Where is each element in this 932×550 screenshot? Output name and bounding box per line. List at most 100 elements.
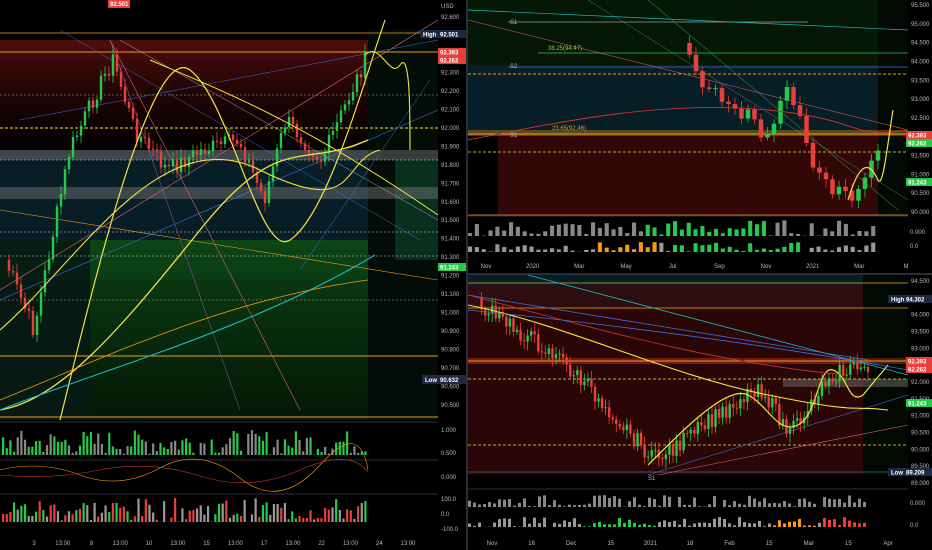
candle-body bbox=[726, 101, 731, 105]
osc-bar bbox=[206, 506, 210, 522]
osc-bar bbox=[170, 517, 173, 522]
osc-bar bbox=[38, 440, 41, 455]
osc-bar bbox=[287, 519, 290, 522]
candle-body bbox=[319, 159, 323, 162]
br-time-axis[interactable]: Nov 16 Dec 15 2021 18 Feb 15 Mar 15 Apr bbox=[487, 541, 893, 547]
candle-body bbox=[678, 440, 682, 451]
osc-bar bbox=[673, 244, 678, 252]
price-tick-label: 91.600 bbox=[441, 200, 460, 206]
candle-body bbox=[732, 403, 735, 408]
candle-body bbox=[207, 151, 211, 155]
tr-projection-zone bbox=[878, 0, 908, 215]
osc-bar bbox=[583, 526, 586, 527]
top-right-chart-canvas[interactable]: S1 38.25(94.47) S2 23.65(92.46) S1 95.50… bbox=[468, 0, 932, 273]
candle-body bbox=[728, 403, 731, 418]
osc-bar bbox=[803, 498, 806, 507]
momentum-histogram bbox=[2, 498, 367, 522]
osc-bar bbox=[320, 451, 323, 455]
osc-bar bbox=[778, 520, 781, 527]
osc-bar bbox=[588, 503, 591, 507]
osc-bar bbox=[782, 246, 787, 252]
osc-bar bbox=[104, 505, 107, 522]
bottom-right-chart-pane[interactable]: S1 94.50094.30094.00093.50093.00092.5009… bbox=[468, 275, 932, 550]
osc-bar bbox=[693, 523, 696, 527]
osc-bar bbox=[261, 440, 265, 455]
candle-body bbox=[271, 166, 275, 182]
osc-bar bbox=[638, 231, 643, 236]
candle-body bbox=[508, 318, 512, 327]
candle-body bbox=[724, 406, 728, 418]
support-zone bbox=[90, 240, 368, 420]
candle-body bbox=[859, 367, 863, 370]
osc-bar bbox=[782, 220, 787, 236]
bottom-right-chart-canvas[interactable]: S1 94.50094.30094.00093.50093.00092.5009… bbox=[468, 275, 932, 550]
osc-bar bbox=[611, 229, 616, 236]
osc-bar bbox=[618, 226, 623, 236]
time-tick-label: 15 bbox=[203, 541, 210, 547]
time-tick-label: 16 bbox=[528, 541, 535, 547]
candle-body bbox=[668, 444, 671, 455]
osc-bar bbox=[111, 503, 114, 522]
osc-bar bbox=[628, 501, 631, 507]
osc-bar bbox=[468, 500, 471, 507]
time-tick-label: 17 bbox=[261, 541, 268, 547]
osc-bar bbox=[830, 231, 835, 236]
osc-bar bbox=[228, 517, 232, 522]
candle-body bbox=[823, 172, 829, 180]
candle-body bbox=[841, 364, 845, 376]
osc-bar bbox=[578, 504, 581, 507]
candle-body bbox=[643, 444, 646, 458]
osc-bar bbox=[181, 440, 184, 455]
osc-bar bbox=[86, 505, 89, 522]
top-right-chart-pane[interactable]: S1 38.25(94.47) S2 23.65(92.46) S1 95.50… bbox=[468, 0, 932, 273]
osc-bar bbox=[42, 510, 45, 522]
osc-bar bbox=[309, 510, 312, 522]
osc-bar bbox=[529, 233, 534, 236]
osc-bar bbox=[254, 433, 257, 455]
osc-bar bbox=[294, 518, 297, 522]
left-time-axis[interactable]: 3 13:00 8 13:00 10 13:00 15 13:00 17 13:00 22 13:00… bbox=[32, 541, 416, 547]
osc-bar bbox=[108, 432, 111, 455]
osc-bar bbox=[598, 495, 601, 507]
time-tick-label: Apr bbox=[883, 541, 892, 547]
time-tick-label: Nov bbox=[487, 541, 498, 547]
osc-bar bbox=[346, 509, 349, 522]
left-chart-pane[interactable]: USD 92.60092.50092.40092.30092.20092.100… bbox=[0, 0, 466, 550]
tr-time-axis[interactable]: Nov 2020 Mar May Jul Sep Nov 2021 Mar M bbox=[481, 264, 909, 270]
osc-bar bbox=[214, 452, 217, 455]
osc-bar bbox=[16, 509, 19, 522]
candle-body bbox=[231, 134, 235, 141]
time-tick-label: 13:00 bbox=[113, 541, 129, 547]
osc-bar bbox=[9, 512, 12, 522]
osc-bar bbox=[75, 451, 78, 455]
candle-body bbox=[55, 206, 59, 237]
osc-bar bbox=[45, 445, 49, 455]
candle-body bbox=[856, 362, 859, 370]
osc-bar bbox=[808, 525, 811, 527]
osc-bar bbox=[115, 502, 118, 522]
osc-bar bbox=[850, 246, 855, 252]
candle-body bbox=[693, 54, 699, 72]
price-tick-label: 91.700 bbox=[441, 181, 460, 187]
high-tag: High 92.501 bbox=[420, 30, 466, 39]
osc-bar bbox=[258, 436, 261, 455]
osc-bar bbox=[144, 441, 147, 455]
candle-body bbox=[551, 348, 554, 358]
time-tick-label: 15 bbox=[845, 541, 852, 547]
osc-bar bbox=[31, 446, 34, 455]
osc-bar bbox=[12, 451, 16, 455]
price-tick-label: 92.000 bbox=[441, 126, 460, 132]
osc-bar bbox=[608, 524, 611, 527]
osc-bar bbox=[203, 443, 206, 455]
candle-body bbox=[739, 399, 742, 409]
osc-bar bbox=[858, 498, 861, 507]
candle-body bbox=[19, 284, 23, 298]
price-tick-label: 93.500 bbox=[911, 78, 930, 84]
candle-body bbox=[771, 398, 774, 408]
osc-bar bbox=[126, 511, 129, 522]
osc-bar bbox=[221, 447, 224, 455]
osc-bar bbox=[2, 437, 5, 455]
osc-bar bbox=[529, 246, 534, 252]
left-chart-canvas[interactable]: USD 92.60092.50092.40092.30092.20092.100… bbox=[0, 0, 466, 550]
osc-bar bbox=[653, 525, 656, 527]
